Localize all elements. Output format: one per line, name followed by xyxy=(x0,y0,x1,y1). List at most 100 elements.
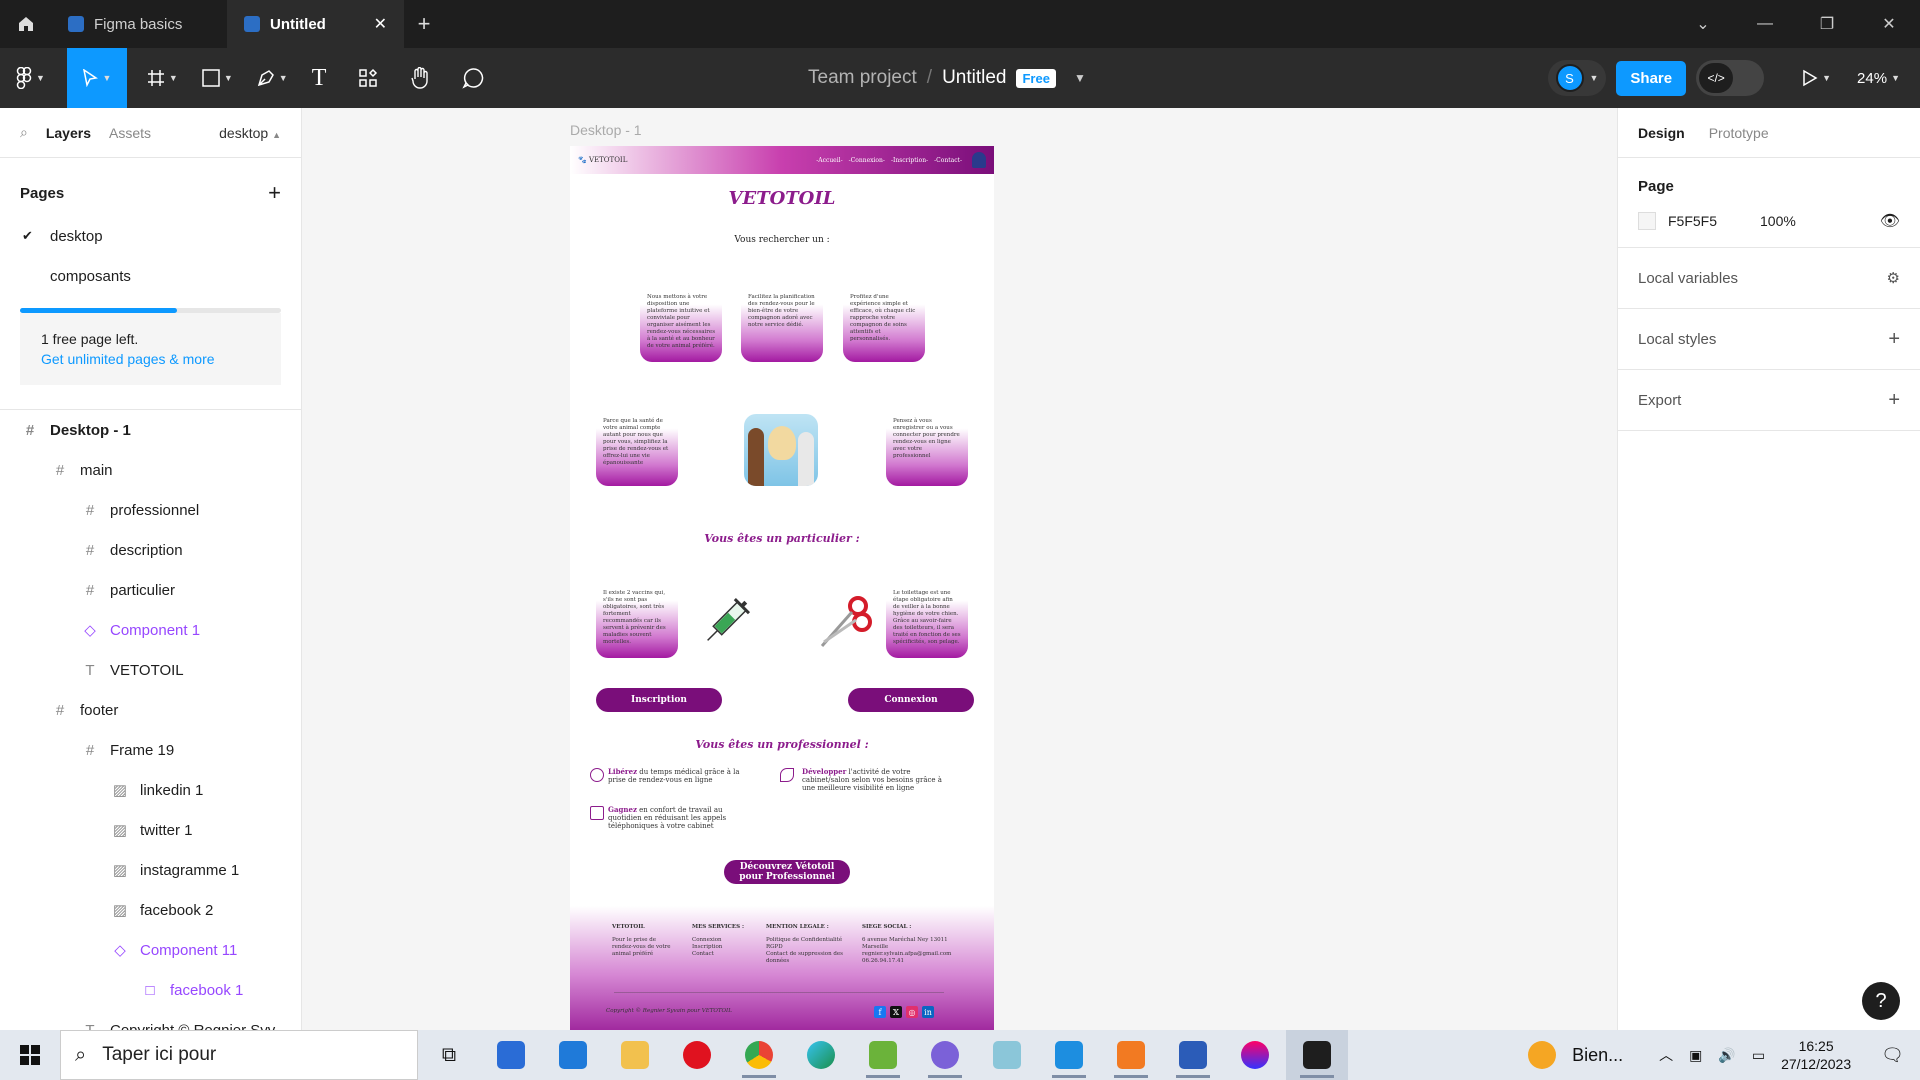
task-view-button[interactable]: ⧉ xyxy=(418,1030,480,1080)
add-page-button[interactable]: + xyxy=(268,180,281,206)
tab-prototype[interactable]: Prototype xyxy=(1709,125,1769,141)
comment-tool[interactable] xyxy=(454,48,492,108)
chrome-profile-app[interactable] xyxy=(914,1030,976,1080)
new-tab-button[interactable]: + xyxy=(404,0,444,48)
explorer-app[interactable] xyxy=(604,1030,666,1080)
layer-item[interactable]: ▨ facebook 2 xyxy=(0,890,301,930)
multiplayer-avatars[interactable]: S ▼ xyxy=(1547,60,1607,96)
vscode-app[interactable] xyxy=(1038,1030,1100,1080)
hand-tool[interactable] xyxy=(402,48,438,108)
opera-app[interactable] xyxy=(666,1030,728,1080)
layer-item[interactable]: # description xyxy=(0,530,301,570)
restore-button[interactable]: ❐ xyxy=(1796,0,1858,48)
frame-icon: # xyxy=(85,501,95,519)
upgrade-link[interactable]: Get unlimited pages & more xyxy=(41,349,260,369)
share-button[interactable]: Share xyxy=(1616,60,1687,96)
layer-name: instagramme 1 xyxy=(140,861,240,879)
add-style-button[interactable]: + xyxy=(1888,328,1900,351)
volume-icon[interactable]: 🔊 xyxy=(1718,1047,1735,1064)
layer-name: linkedin 1 xyxy=(140,781,204,799)
footer-link: Inscription xyxy=(692,944,723,950)
layer-name: main xyxy=(80,461,113,479)
word-app[interactable] xyxy=(1162,1030,1224,1080)
home-button[interactable] xyxy=(0,0,52,48)
tab-figma-basics[interactable]: Figma basics xyxy=(52,0,228,48)
weather-text[interactable]: Bien... xyxy=(1572,1045,1623,1066)
description-card: Facilitez la planification des rendez-vo… xyxy=(741,290,823,362)
network-app[interactable] xyxy=(852,1030,914,1080)
design-canvas[interactable]: Desktop - 1 🐾 VETOTOIL -Accueil- -Connex… xyxy=(302,108,1617,1030)
network-icon[interactable]: ▣ xyxy=(1689,1047,1702,1064)
figma-app[interactable] xyxy=(1286,1030,1348,1080)
chevron-up-icon[interactable]: ︿ xyxy=(1659,1045,1673,1065)
team-name[interactable]: Team project xyxy=(808,67,917,89)
desktop-frame[interactable]: 🐾 VETOTOIL -Accueil- -Connexion- -Inscri… xyxy=(570,146,994,1030)
present-button[interactable]: ▼ xyxy=(1794,48,1839,108)
resources-tool[interactable] xyxy=(350,48,386,108)
layer-name: professionnel xyxy=(110,501,200,519)
layer-item[interactable]: # main xyxy=(0,450,301,490)
chevron-down-icon: ▼ xyxy=(223,73,233,83)
tab-untitled[interactable]: Untitled ✕ xyxy=(228,0,404,48)
layer-item[interactable]: # Desktop - 1 xyxy=(0,410,301,450)
notification-icon[interactable]: 🗨 xyxy=(1881,1045,1904,1066)
frame-label[interactable]: Desktop - 1 xyxy=(570,122,642,138)
page-color-value[interactable]: F5F5F5 xyxy=(1668,213,1748,229)
chevron-down-icon[interactable]: ▼ xyxy=(1074,71,1086,85)
close-window-button[interactable]: ✕ xyxy=(1858,0,1920,48)
text-tool[interactable]: T xyxy=(304,48,335,108)
layer-item[interactable]: ◇ Component 1 xyxy=(0,610,301,650)
site-nav: -Accueil- -Connexion- -Inscription- -Con… xyxy=(816,157,962,164)
frame-icon: # xyxy=(85,541,95,559)
layer-item[interactable]: # particulier xyxy=(0,570,301,610)
tab-layers[interactable]: Layers xyxy=(46,125,91,141)
tab-design[interactable]: Design xyxy=(1638,125,1685,141)
zoom-menu[interactable]: 24% ▼ xyxy=(1849,48,1908,108)
page-opacity-value[interactable]: 100% xyxy=(1760,213,1796,229)
mail-app[interactable] xyxy=(542,1030,604,1080)
page-item-composants[interactable]: composants xyxy=(0,256,301,296)
local-styles-heading: Local styles xyxy=(1638,330,1717,348)
search-icon[interactable]: ⌕ xyxy=(20,124,28,141)
code-icon: </> xyxy=(1699,63,1734,93)
add-export-button[interactable]: + xyxy=(1888,389,1900,412)
file-name[interactable]: Untitled xyxy=(942,67,1006,89)
xampp-app[interactable] xyxy=(1100,1030,1162,1080)
move-tool[interactable]: ▼ xyxy=(66,48,127,108)
paint-app[interactable] xyxy=(1224,1030,1286,1080)
dev-mode-toggle[interactable]: </> xyxy=(1696,60,1765,96)
start-button[interactable] xyxy=(0,1045,60,1065)
layer-item[interactable]: # Frame 19 xyxy=(0,730,301,770)
shape-tool[interactable]: ▼ xyxy=(194,48,241,108)
variables-icon[interactable]: ⚙ xyxy=(1887,269,1900,287)
tab-assets[interactable]: Assets xyxy=(109,125,151,141)
chrome-app[interactable] xyxy=(728,1030,790,1080)
taskbar-search[interactable]: ⌕ Taper ici pour xyxy=(60,1030,418,1080)
page-item-desktop[interactable]: ✔ desktop xyxy=(0,216,301,256)
chevron-down-icon[interactable]: ⌄ xyxy=(1672,0,1734,48)
syringe-icon xyxy=(707,597,751,641)
close-icon[interactable]: ✕ xyxy=(374,14,387,34)
battery-icon[interactable]: ▭ xyxy=(1752,1047,1765,1064)
eye-icon[interactable]: 👁 xyxy=(1880,211,1900,231)
edge-app[interactable] xyxy=(790,1030,852,1080)
layer-item[interactable]: # footer xyxy=(0,690,301,730)
frame-tool[interactable]: ▼ xyxy=(139,48,186,108)
sticky-app[interactable] xyxy=(976,1030,1038,1080)
pen-tool[interactable]: ▼ xyxy=(249,48,296,108)
main-menu-button[interactable]: ▼ xyxy=(0,48,53,108)
store-app[interactable] xyxy=(480,1030,542,1080)
layer-item[interactable]: ▨ linkedin 1 xyxy=(0,770,301,810)
layer-item[interactable]: ▨ twitter 1 xyxy=(0,810,301,850)
layer-item[interactable]: ▨ instagramme 1 xyxy=(0,850,301,890)
page-color-swatch[interactable] xyxy=(1638,212,1656,230)
layer-item[interactable]: # professionnel xyxy=(0,490,301,530)
search-icon: ⌕ xyxy=(75,1043,87,1066)
layer-item[interactable]: T VETOTOIL xyxy=(0,650,301,690)
help-button[interactable]: ? xyxy=(1862,982,1900,1020)
layer-item[interactable]: □ facebook 1 xyxy=(0,970,301,1010)
minimize-button[interactable]: — xyxy=(1734,0,1796,48)
clock[interactable]: 16:25 27/12/2023 xyxy=(1781,1037,1851,1073)
layer-item[interactable]: ◇ Component 11 xyxy=(0,930,301,970)
page-switcher[interactable]: desktop ▲ xyxy=(219,125,281,141)
